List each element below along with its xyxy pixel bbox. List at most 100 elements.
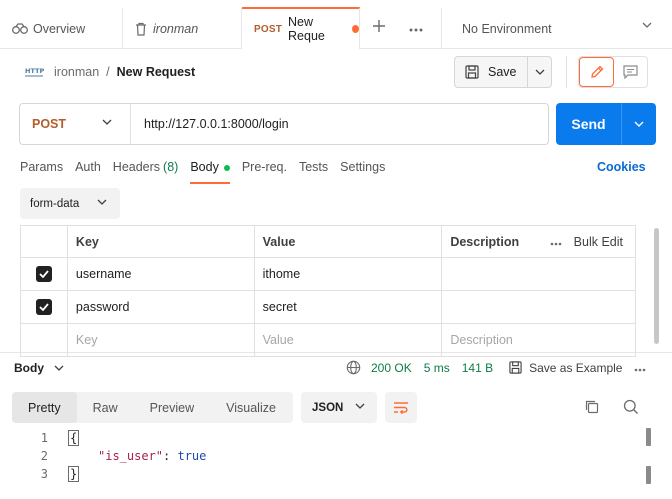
- row-description[interactable]: [442, 258, 637, 290]
- tab-settings[interactable]: Settings: [340, 158, 385, 184]
- url-input[interactable]: http://127.0.0.1:8000/login: [131, 117, 289, 131]
- save-button[interactable]: Save: [455, 57, 528, 87]
- globe-icon[interactable]: [346, 360, 361, 375]
- chevron-down-icon: [97, 199, 107, 205]
- json-value: true: [177, 449, 207, 463]
- code-line: 2 "is_user": true: [0, 447, 660, 465]
- save-options-button[interactable]: [528, 69, 551, 75]
- cookies-link[interactable]: Cookies: [597, 160, 646, 174]
- tab-new-request[interactable]: POST New Reque: [242, 7, 360, 49]
- wrap-icon: [394, 401, 408, 414]
- tab-body[interactable]: Body: [190, 158, 230, 184]
- row-checkbox[interactable]: [35, 299, 52, 315]
- response-size[interactable]: 141 B: [462, 361, 493, 375]
- form-data-table: Key Value Description Bulk Edit username…: [20, 225, 637, 357]
- http-icon: HTTP: [25, 67, 44, 77]
- environment-label: No Environment: [462, 21, 552, 36]
- chevron-down-icon: [54, 365, 64, 371]
- format-select[interactable]: JSON: [301, 392, 377, 423]
- comment-icon: [623, 65, 638, 79]
- save-as-example-button[interactable]: Save as Example: [509, 361, 622, 375]
- response-body-select[interactable]: Body: [14, 361, 64, 375]
- tab-label: Overview: [33, 21, 86, 36]
- line-number: 2: [40, 449, 48, 463]
- row-value[interactable]: ithome: [255, 258, 443, 290]
- send-options-button[interactable]: [622, 103, 656, 145]
- overview-icon: [12, 22, 28, 34]
- tab-auth[interactable]: Auth: [75, 158, 101, 184]
- row-key[interactable]: username: [68, 258, 255, 290]
- tab-overview[interactable]: Overview: [0, 8, 123, 49]
- response-code[interactable]: 1 { 2 "is_user": true 3 }: [0, 429, 660, 483]
- code-scroll-thumb[interactable]: [646, 466, 651, 484]
- code-line: 3 }: [0, 465, 660, 483]
- request-name[interactable]: New Request: [117, 65, 196, 79]
- response-options-button[interactable]: [634, 361, 646, 375]
- scrollbar[interactable]: [654, 228, 659, 344]
- new-tab-button[interactable]: [372, 17, 386, 37]
- tab-tests[interactable]: Tests: [299, 158, 328, 184]
- save-icon: [509, 361, 522, 374]
- tab-visualize[interactable]: Visualize: [210, 392, 292, 423]
- row-description[interactable]: [442, 291, 637, 323]
- tab-params[interactable]: Params: [20, 158, 63, 184]
- check-icon: [39, 303, 49, 311]
- save-label: Save: [488, 65, 517, 79]
- breadcrumb-collection[interactable]: ironman: [54, 65, 99, 79]
- row-checkbox-cell: [21, 258, 68, 290]
- code-scroll-thumb[interactable]: [646, 428, 651, 446]
- json-key: "is_user": [98, 449, 164, 463]
- more-icon: [635, 368, 646, 371]
- tab-pre-request[interactable]: Pre-req.: [242, 158, 287, 184]
- body-indicator-dot: [223, 165, 230, 171]
- more-icon: [550, 242, 561, 245]
- code-line: 1 {: [0, 429, 660, 447]
- response-meta: 200 OK 5 ms 141 B Save as Example: [346, 360, 646, 375]
- row-value[interactable]: secret: [255, 291, 443, 323]
- header-check-col: [21, 226, 68, 257]
- body-type-select[interactable]: form-data: [20, 188, 120, 219]
- code-text: }: [48, 466, 80, 482]
- unsaved-dot: [351, 25, 359, 33]
- tab-headers[interactable]: Headers (8): [113, 158, 179, 184]
- bulk-edit-group: Bulk Edit: [550, 235, 623, 249]
- table-row: username ithome: [21, 258, 637, 291]
- tab-ironman[interactable]: ironman: [123, 8, 242, 49]
- tab-raw[interactable]: Raw: [77, 392, 134, 423]
- chevron-down-icon: [642, 22, 652, 28]
- table-row: password secret: [21, 291, 637, 324]
- send-button[interactable]: Send: [556, 103, 622, 145]
- method-select[interactable]: POST: [20, 104, 131, 144]
- tab-pretty[interactable]: Pretty: [12, 392, 77, 423]
- tab-label: Params: [20, 160, 64, 174]
- url-bar: POST http://127.0.0.1:8000/login: [19, 103, 549, 145]
- copy-icon: [585, 400, 599, 414]
- more-icon: [409, 28, 423, 32]
- tab-preview[interactable]: Preview: [134, 392, 210, 423]
- status-badge[interactable]: 200 OK: [371, 361, 412, 375]
- pencil-icon: [590, 65, 603, 78]
- column-options-button[interactable]: [550, 235, 562, 249]
- body-type-value: form-data: [30, 197, 80, 210]
- tab-method: POST: [254, 23, 283, 35]
- save-icon: [465, 65, 479, 79]
- check-icon: [39, 270, 49, 278]
- wrap-lines-button[interactable]: [385, 392, 417, 423]
- response-label: Body: [14, 361, 44, 375]
- tab-bar: Overview ironman POST New Reque No Envir…: [0, 0, 672, 49]
- environment-select[interactable]: No Environment: [441, 8, 672, 49]
- edit-mode-button[interactable]: [579, 57, 614, 87]
- bulk-edit-button[interactable]: Bulk Edit: [574, 235, 623, 249]
- row-key[interactable]: password: [68, 291, 255, 323]
- row-checkbox[interactable]: [35, 266, 52, 282]
- response-format-tabs: Pretty Raw Preview Visualize: [12, 392, 293, 423]
- view-mode-toggle: [578, 56, 648, 88]
- format-value: JSON: [312, 401, 344, 414]
- json-colon: :: [163, 449, 178, 463]
- tab-options-button[interactable]: [409, 19, 423, 35]
- comments-button[interactable]: [614, 57, 647, 87]
- search-button[interactable]: [623, 399, 639, 418]
- code-text: {: [48, 430, 80, 446]
- response-time[interactable]: 5 ms: [424, 361, 450, 375]
- copy-button[interactable]: [584, 399, 600, 418]
